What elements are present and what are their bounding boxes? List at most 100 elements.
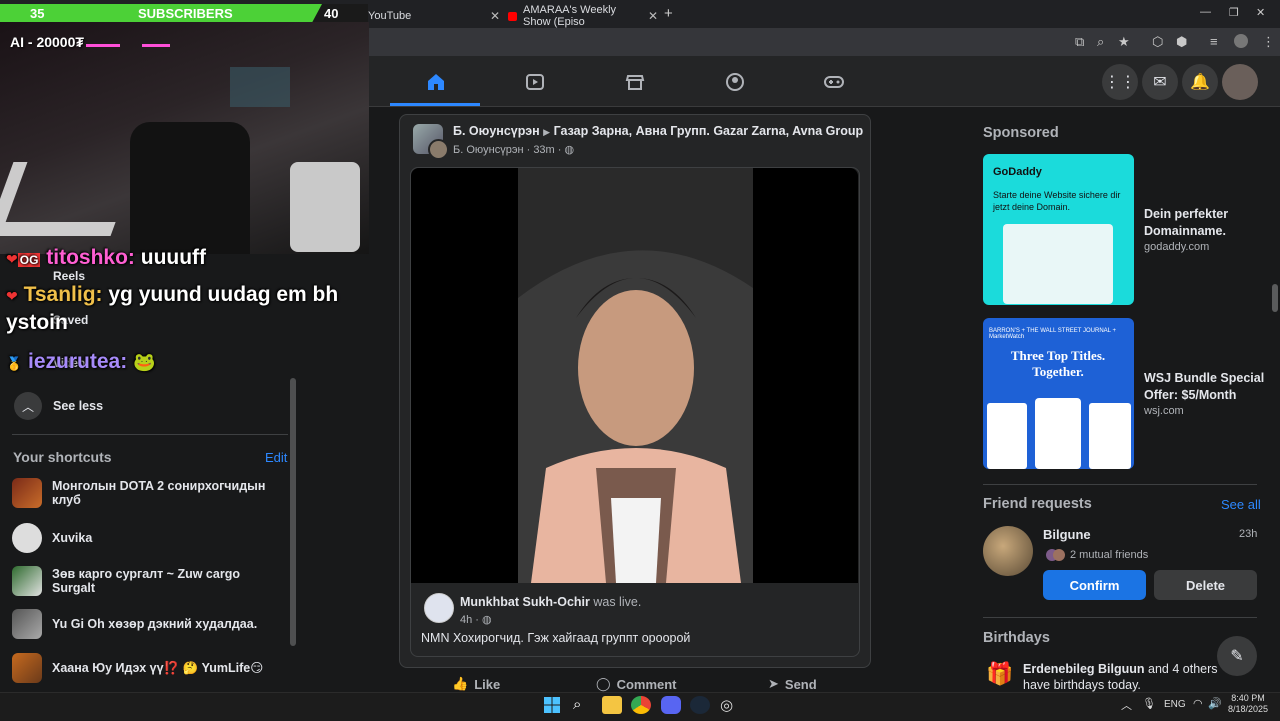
zoom-icon[interactable]: ⌕ bbox=[1097, 34, 1104, 50]
ad-domain[interactable]: wsj.com bbox=[1144, 405, 1184, 417]
steam-icon[interactable] bbox=[690, 696, 710, 714]
ad-title[interactable]: Dein perfekter Domainname. bbox=[1144, 206, 1264, 240]
minimize-icon[interactable]: — bbox=[1200, 6, 1211, 18]
marketplace-icon[interactable] bbox=[623, 70, 647, 94]
video-icon[interactable] bbox=[523, 70, 547, 94]
shared-time[interactable]: 4h bbox=[460, 614, 472, 626]
extension-icon[interactable]: ⬡ bbox=[1152, 34, 1163, 50]
ad-image-godaddy[interactable]: GoDaddy Starte deine Website sichere dir… bbox=[983, 154, 1134, 305]
wsj-brands: BARRON'S + THE WALL STREET JOURNAL + Mar… bbox=[989, 328, 1116, 340]
shared-author-name[interactable]: Munkhbat Sukh-Ochir bbox=[460, 595, 590, 609]
friend-request-time: 23h bbox=[1239, 528, 1258, 540]
group-thumbnail bbox=[12, 609, 42, 639]
comment-button[interactable]: ◯ Comment bbox=[596, 676, 677, 692]
birthday-name: Erdenebileg Bilguun bbox=[1023, 662, 1145, 676]
reading-list-icon[interactable]: ≡ bbox=[1210, 34, 1218, 49]
post-time[interactable]: 33m bbox=[533, 144, 554, 156]
tab-youtube[interactable]: YouTube ✕ bbox=[350, 4, 500, 28]
obs-icon[interactable]: ◎ bbox=[720, 696, 740, 714]
discord-icon[interactable] bbox=[661, 696, 681, 714]
confirm-button[interactable]: Confirm bbox=[1043, 570, 1146, 600]
clock[interactable]: 8:40 PM 8/18/2025 bbox=[1226, 693, 1270, 716]
wifi-icon[interactable]: ◠ bbox=[1193, 697, 1203, 710]
delete-button[interactable]: Delete bbox=[1154, 570, 1257, 600]
puzzle-icon[interactable]: ⬢ bbox=[1176, 34, 1187, 50]
divider bbox=[983, 484, 1257, 485]
mutual-friends[interactable]: 2 mutual friends bbox=[1070, 549, 1148, 561]
tab-label: YouTube bbox=[368, 10, 412, 22]
bookmark-star-icon[interactable]: ★ bbox=[1118, 34, 1130, 50]
see-less-link[interactable]: See less bbox=[53, 399, 103, 413]
account-avatar[interactable] bbox=[1222, 64, 1258, 100]
close-tab-icon[interactable]: ✕ bbox=[490, 9, 500, 23]
notifications-bell-icon[interactable]: 🔔 bbox=[1182, 64, 1218, 100]
gaming-icon[interactable] bbox=[822, 70, 846, 94]
shortcut-label: Yu Gi Oh хөзөр дэкний худалдаа. bbox=[52, 617, 258, 631]
pepe-emote-icon: 🐸 bbox=[133, 352, 156, 372]
video-player[interactable] bbox=[411, 168, 858, 583]
send-button[interactable]: ➤ Send bbox=[768, 676, 817, 692]
see-all-link[interactable]: See all bbox=[1221, 497, 1261, 512]
microphone-icon[interactable]: 🎙 bbox=[1142, 697, 1156, 710]
new-message-icon[interactable]: ✎ bbox=[1217, 636, 1257, 676]
globe-icon: ◍ bbox=[564, 144, 575, 156]
newspaper-thumb bbox=[1035, 398, 1081, 469]
birthday-text[interactable]: Erdenebileg Bilguun and 4 others have bi… bbox=[1023, 661, 1233, 694]
og-badge: OG bbox=[17, 253, 41, 267]
group-thumbnail bbox=[12, 653, 42, 683]
ad-image-wsj[interactable]: BARRON'S + THE WALL STREET JOURNAL + Mar… bbox=[983, 318, 1134, 469]
friend-name[interactable]: Bilgune bbox=[1043, 527, 1091, 542]
webcam-feed bbox=[0, 22, 369, 254]
shortcut-item[interactable]: Зөв карго сургалт ~ Zuw cargo Surgalt bbox=[12, 566, 282, 596]
post-meta: Б. Оюунсүрэн · 33m · ◍ bbox=[453, 144, 575, 156]
comment-bubble-icon: ◯ bbox=[596, 676, 611, 691]
friend-avatar[interactable] bbox=[983, 526, 1033, 576]
groups-icon[interactable] bbox=[723, 70, 747, 94]
shortcut-item[interactable]: Монголын DOTA 2 сонирхогчидын клуб bbox=[12, 478, 282, 508]
shared-author-avatar[interactable] bbox=[424, 593, 454, 623]
search-icon[interactable]: ⌕ bbox=[573, 696, 593, 714]
sponsored-title: Sponsored bbox=[983, 125, 1059, 141]
post-sub-author[interactable]: Б. Оюунсүрэн bbox=[453, 144, 524, 156]
windows-start-icon[interactable] bbox=[543, 696, 563, 714]
post-group[interactable]: Газар Зарна, Авна Групп. Gazar Zarna, Av… bbox=[554, 124, 864, 138]
phone-illustration bbox=[1003, 224, 1113, 304]
chat-text: uuuuff bbox=[140, 246, 207, 269]
menu-kebab-icon[interactable]: ⋮ bbox=[1262, 34, 1275, 50]
post-author[interactable]: Б. Оюунсүрэн bbox=[453, 124, 540, 138]
file-explorer-icon[interactable] bbox=[602, 696, 622, 714]
shared-meta: 4h · ◍ bbox=[460, 614, 492, 626]
author-avatar[interactable] bbox=[428, 139, 449, 160]
cast-icon[interactable]: ⧉ bbox=[1075, 34, 1084, 50]
language-indicator[interactable]: ENG bbox=[1164, 699, 1186, 710]
tray-chevron-icon[interactable]: ︿ bbox=[1121, 697, 1132, 713]
shortcut-item[interactable]: Xuvika bbox=[12, 523, 282, 553]
messenger-icon[interactable]: ✉ bbox=[1142, 64, 1178, 100]
chevron-up-icon[interactable]: ︿ bbox=[14, 392, 42, 420]
group-thumbnail bbox=[12, 523, 42, 553]
globe-icon: ◍ bbox=[482, 614, 492, 626]
newspaper-thumb bbox=[1089, 403, 1131, 469]
like-button[interactable]: 👍 Like bbox=[452, 676, 500, 692]
new-tab-button[interactable]: + bbox=[664, 5, 673, 22]
maximize-icon[interactable]: ❐ bbox=[1229, 6, 1239, 19]
home-icon[interactable] bbox=[424, 70, 448, 94]
profile-avatar[interactable] bbox=[1234, 34, 1248, 48]
speaker-icon[interactable]: 🔊 bbox=[1208, 697, 1222, 710]
sidebar-scrollbar[interactable] bbox=[290, 378, 296, 646]
chrome-icon[interactable] bbox=[631, 696, 651, 714]
shared-suffix: was live. bbox=[593, 595, 642, 609]
page-scrollbar[interactable] bbox=[1272, 284, 1278, 312]
menu-grid-icon[interactable]: ⋮⋮ bbox=[1102, 64, 1138, 100]
shortcut-item[interactable]: Хаана Юу Идэх үү⁉️ 🤔 YumLife😏 bbox=[12, 653, 282, 683]
edit-shortcuts-link[interactable]: Edit bbox=[265, 450, 287, 465]
ad-domain[interactable]: godaddy.com bbox=[1144, 241, 1209, 253]
neon-bar bbox=[86, 44, 120, 47]
close-window-icon[interactable]: ✕ bbox=[1256, 6, 1265, 19]
clock-date: 8/18/2025 bbox=[1227, 704, 1269, 715]
ad-title[interactable]: WSJ Bundle Special Offer: $5/Month bbox=[1144, 370, 1269, 404]
ai-donation-label: AI - 20000₮ bbox=[10, 34, 84, 50]
tab-amaraa[interactable]: AMARAA's Weekly Show (Episo ✕ bbox=[508, 4, 658, 28]
close-tab-icon[interactable]: ✕ bbox=[648, 9, 658, 23]
shortcut-item[interactable]: Yu Gi Oh хөзөр дэкний худалдаа. bbox=[12, 609, 282, 639]
